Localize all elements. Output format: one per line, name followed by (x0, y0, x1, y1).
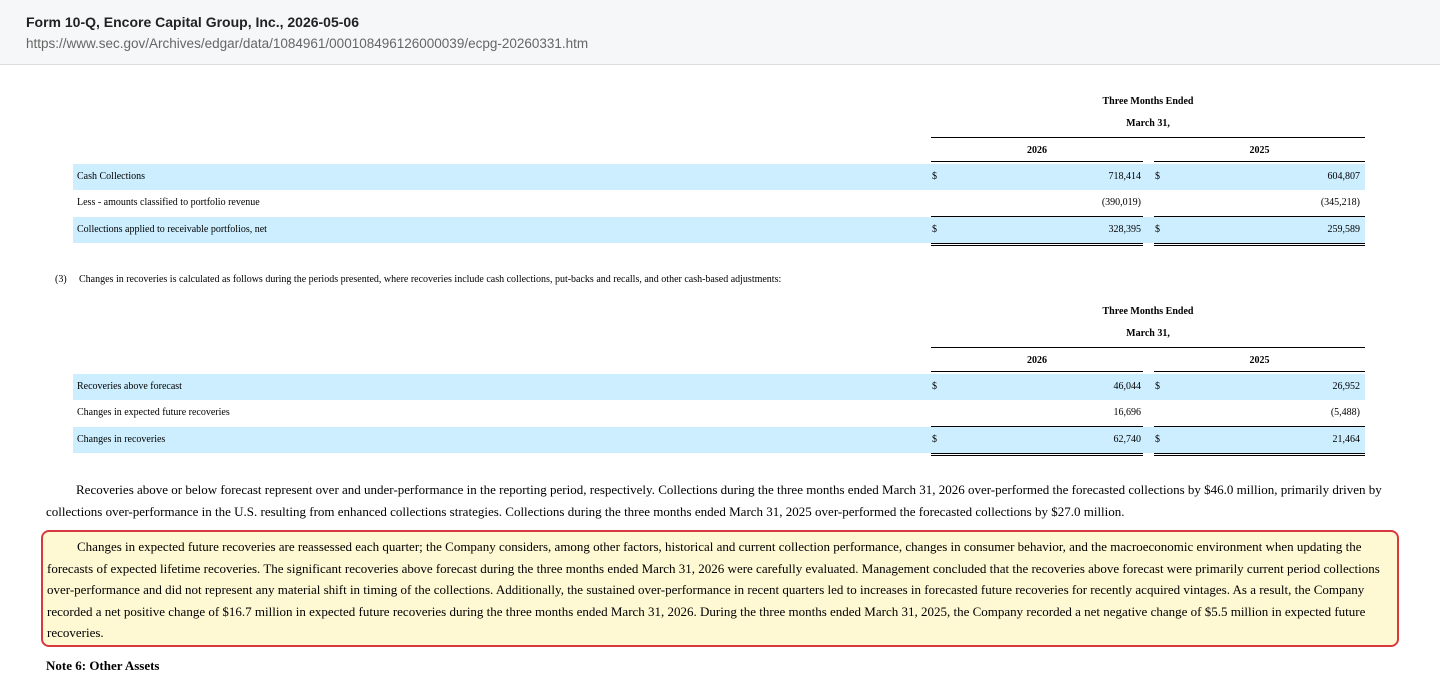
value-2026: (390,019) (1101, 197, 1141, 208)
table-row: Changes in expected future recoveries 16… (73, 400, 1365, 426)
table1-col-2026: 2026 (1027, 145, 1047, 156)
expected-recoveries-paragraph: Changes in expected future recoveries ar… (47, 539, 1380, 641)
total-double-rule (931, 243, 1143, 246)
document-body: Three Months Ended March 31, 2026 2025 C… (0, 65, 1440, 699)
row-label: Less - amounts classified to portfolio r… (77, 197, 260, 208)
value-2025: 21,464 (1332, 434, 1361, 445)
currency-symbol: $ (1155, 434, 1160, 445)
value-2026: 16,696 (1113, 407, 1142, 418)
value-2025: 604,807 (1327, 171, 1361, 182)
table2-header-rule (931, 347, 1365, 348)
total-double-rule (1154, 243, 1365, 246)
currency-symbol: $ (932, 224, 937, 235)
table1-col-rule (1154, 161, 1365, 162)
table2-col-2025: 2025 (1249, 355, 1270, 366)
table-row: Less - amounts classified to portfolio r… (73, 190, 1365, 216)
footnote-text: Changes in recoveries is calculated as f… (79, 274, 782, 285)
table2-col-2026: 2026 (1027, 355, 1047, 366)
table2-date-header: March 31, (1126, 328, 1170, 339)
row-label: Cash Collections (77, 171, 146, 182)
document-url[interactable]: https://www.sec.gov/Archives/edgar/data/… (26, 35, 1440, 53)
row-label: Collections applied to receivable portfo… (77, 224, 267, 235)
table1-period-header: Three Months Ended (1102, 96, 1194, 107)
value-2025: (345,218) (1320, 197, 1360, 208)
currency-symbol: $ (1155, 381, 1160, 392)
row-label: Changes in expected future recoveries (77, 407, 230, 418)
highlighted-passage: Changes in expected future recoveries ar… (41, 530, 1399, 647)
table2-col-rule (1154, 371, 1365, 372)
currency-symbol: $ (932, 171, 937, 182)
footnote-number: (3) (55, 274, 67, 285)
recoveries-paragraph: Recoveries above or below forecast repre… (46, 482, 1382, 519)
table-row: Recoveries above forecast $ 46,044 $ 26,… (73, 374, 1365, 400)
table-row: Changes in recoveries $ 62,740 $ 21,464 (73, 427, 1365, 453)
table2-col-rule (931, 371, 1143, 372)
currency-symbol: $ (932, 381, 937, 392)
value-2026: 328,395 (1108, 224, 1142, 235)
value-2025: 26,952 (1332, 381, 1361, 392)
value-2025: (5,488) (1330, 407, 1360, 418)
table1-date-header: March 31, (1126, 118, 1170, 129)
document-header-bar: Form 10-Q, Encore Capital Group, Inc., 2… (0, 0, 1440, 65)
value-2025: 259,589 (1327, 224, 1361, 235)
currency-symbol: $ (1155, 224, 1160, 235)
row-label: Changes in recoveries (77, 434, 166, 445)
value-2026: 718,414 (1108, 171, 1142, 182)
footnote-3: (3) Changes in recoveries is calculated a… (55, 274, 781, 286)
currency-symbol: $ (1155, 171, 1160, 182)
document-title: Form 10-Q, Encore Capital Group, Inc., 2… (26, 14, 359, 30)
table-row: Cash Collections $ 718,414 $ 604,807 (73, 164, 1365, 190)
total-double-rule (931, 453, 1143, 456)
table-row: Collections applied to receivable portfo… (73, 217, 1365, 243)
table1-col-rule (931, 161, 1143, 162)
table1-header-rule (931, 137, 1365, 138)
table2-period-header: Three Months Ended (1102, 306, 1194, 317)
total-double-rule (1154, 453, 1365, 456)
table1-col-2025: 2025 (1249, 145, 1270, 156)
value-2026: 46,044 (1113, 381, 1142, 392)
currency-symbol: $ (932, 434, 937, 445)
value-2026: 62,740 (1113, 434, 1142, 445)
note-heading: Note 6: Other Assets (46, 658, 160, 673)
row-label: Recoveries above forecast (77, 381, 182, 392)
